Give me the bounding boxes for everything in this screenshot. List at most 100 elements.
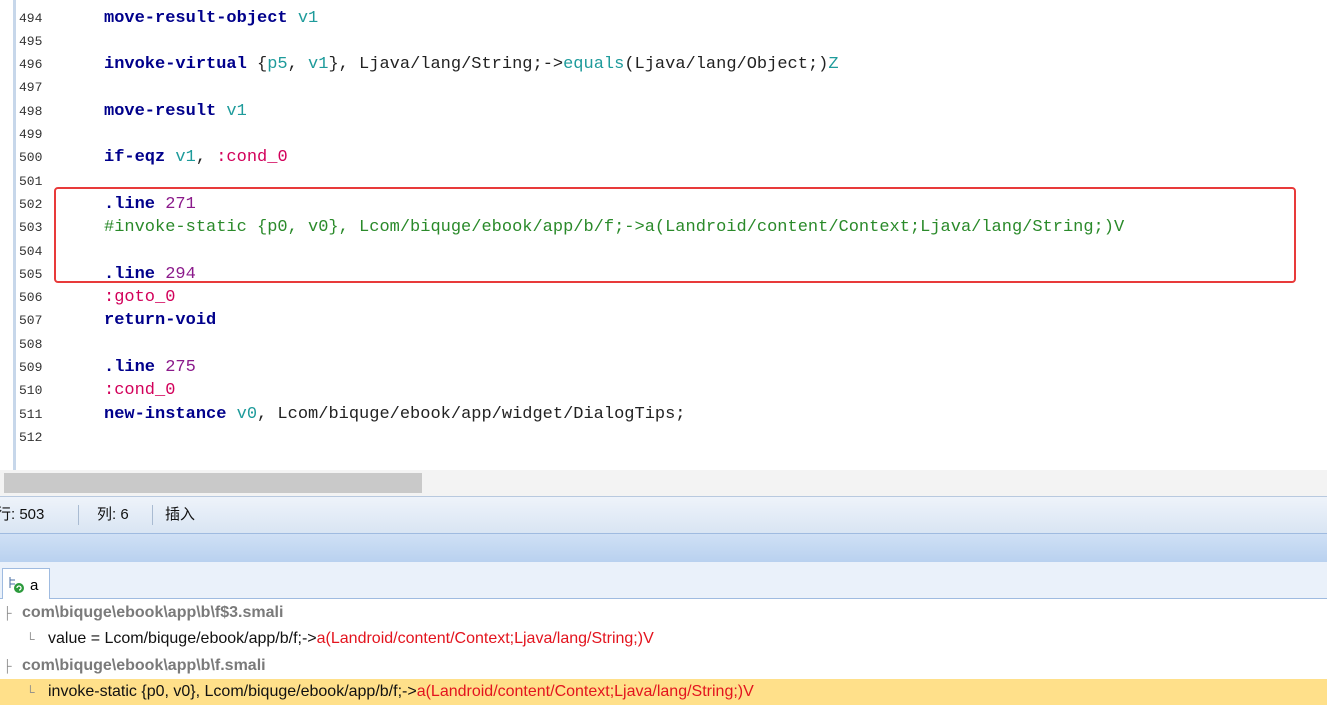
- match-label: invoke-static {p0, v0}, Lcom/biquge/eboo…: [48, 679, 754, 705]
- code-token: p5: [267, 55, 288, 74]
- file-label: com\biquge\ebook\app\b\f$3.smali: [22, 604, 284, 621]
- line-number: 494: [19, 11, 43, 26]
- code-token: }, Ljava/lang/String;->: [328, 55, 564, 74]
- code-token: {: [246, 55, 268, 74]
- code-text: :goto_0: [104, 286, 175, 309]
- code-line[interactable]: 499: [0, 123, 1327, 146]
- code-token: .line: [104, 358, 156, 377]
- line-number: 504: [19, 244, 43, 259]
- line-number: 498: [19, 104, 43, 119]
- line-number: 506: [19, 290, 43, 305]
- code-token: ,: [195, 148, 217, 167]
- code-token: move-result-object: [104, 9, 288, 28]
- tab-label: a: [30, 577, 39, 594]
- status-bar: 行: 503 列: 6 插入: [0, 496, 1327, 533]
- result-match-node[interactable]: └ value = Lcom/biquge/ebook/app/b/f;->a(L…: [0, 626, 1327, 652]
- code-line[interactable]: 510 :cond_0: [0, 379, 1327, 402]
- line-number: 495: [19, 34, 43, 49]
- match-prefix: invoke-static {p0, v0}, Lcom/biquge/eboo…: [48, 683, 417, 700]
- line-number: 505: [19, 267, 43, 282]
- line-number: 512: [19, 430, 43, 445]
- line-number: 508: [19, 337, 43, 352]
- tree-branch-icon: ├: [3, 606, 12, 620]
- code-line[interactable]: 497: [0, 76, 1327, 99]
- code-token: v1: [226, 102, 247, 121]
- horizontal-scrollbar[interactable]: [0, 470, 1327, 496]
- code-text: :cond_0: [104, 379, 175, 402]
- line-number: 497: [19, 80, 43, 95]
- code-line[interactable]: 508: [0, 333, 1327, 356]
- tree-branch-icon: ├: [3, 659, 12, 673]
- code-token: equals: [563, 55, 625, 74]
- code-line[interactable]: 496 invoke-virtual {p5, v1}, Ljava/lang/S…: [0, 53, 1327, 76]
- code-token: v0: [236, 405, 258, 424]
- highlight-annotation-box: [54, 187, 1296, 283]
- status-line: 行: 503: [0, 506, 45, 523]
- line-number: 510: [19, 383, 43, 398]
- tree-branch-icon: └: [26, 685, 35, 699]
- code-line[interactable]: 495: [0, 30, 1327, 53]
- code-text: invoke-virtual {p5, v1}, Ljava/lang/Stri…: [104, 53, 839, 76]
- line-number: 507: [19, 313, 43, 328]
- result-file-node[interactable]: ├ com\biquge\ebook\app\b\f$3.smali: [0, 600, 1327, 626]
- search-results-panel[interactable]: a ├ com\biquge\ebook\app\b\f$3.smali └ valu…: [0, 562, 1327, 711]
- code-text: move-result-object v1: [104, 7, 318, 30]
- match-label: value = Lcom/biquge/ebook/app/b/f;->a(La…: [48, 626, 654, 652]
- code-token: invoke-virtual: [104, 55, 247, 74]
- code-token: (Ljava/lang/Object;): [624, 55, 829, 74]
- code-token: v1: [175, 148, 196, 167]
- code-token: ,: [287, 55, 309, 74]
- line-number: 509: [19, 360, 43, 375]
- results-tab-strip: a: [0, 562, 1327, 599]
- code-token: return-void: [104, 311, 217, 330]
- status-mode: 插入: [165, 506, 196, 523]
- code-token: :goto_0: [104, 288, 176, 307]
- code-text: .line 275: [104, 356, 196, 379]
- result-match-node[interactable]: └ invoke-static {p0, v0}, Lcom/biquge/ebo…: [0, 679, 1327, 705]
- status-column: 列: 6: [97, 506, 129, 523]
- line-number: 499: [19, 127, 43, 142]
- code-token: v1: [297, 9, 319, 28]
- code-text: new-instance v0, Lcom/biquge/ebook/app/w…: [104, 403, 686, 426]
- code-line[interactable]: 506 :goto_0: [0, 286, 1327, 309]
- line-number: 501: [19, 174, 43, 189]
- code-line[interactable]: 500 if-eqz v1, :cond_0: [0, 146, 1327, 169]
- line-number: 496: [19, 57, 43, 72]
- code-line[interactable]: 494 move-result-object v1: [0, 7, 1327, 30]
- panel-header-band: [0, 533, 1327, 563]
- code-token: 275: [165, 358, 196, 377]
- code-line[interactable]: 509 .line 275: [0, 356, 1327, 379]
- match-prefix: value = Lcom/biquge/ebook/app/b/f;->: [48, 630, 317, 647]
- tree-branch-icon: └: [26, 632, 35, 646]
- code-text: move-result v1: [104, 100, 247, 123]
- code-line[interactable]: 507 return-void: [0, 309, 1327, 332]
- result-file-node[interactable]: ├ com\biquge\ebook\app\b\f.smali: [0, 653, 1327, 679]
- code-text: return-void: [104, 309, 216, 332]
- code-token: Z: [828, 55, 839, 74]
- code-token: :cond_0: [104, 381, 176, 400]
- code-editor[interactable]: 494 move-result-object v1 495 496 invoke-vir…: [0, 0, 1327, 470]
- match-highlight: a(Landroid/content/Context;Ljava/lang/St…: [316, 630, 654, 647]
- status-separator: [78, 505, 79, 525]
- code-line[interactable]: 511 new-instance v0, Lcom/biquge/ebook/ap…: [0, 403, 1327, 426]
- code-token: move-result: [104, 102, 217, 121]
- line-number: 503: [19, 220, 43, 235]
- code-token: , Lcom/biquge/ebook/app/widget/DialogTip…: [257, 405, 686, 424]
- code-token: if-eqz: [104, 148, 166, 167]
- code-line[interactable]: 498 move-result v1: [0, 100, 1327, 123]
- file-label: com\biquge\ebook\app\b\f.smali: [22, 657, 266, 674]
- code-token: :cond_0: [216, 148, 288, 167]
- line-number: 502: [19, 197, 43, 212]
- line-number: 511: [19, 407, 43, 422]
- tab-search-results[interactable]: a: [2, 568, 50, 599]
- code-token: v1: [308, 55, 329, 74]
- status-separator: [152, 505, 153, 525]
- scrollbar-thumb[interactable]: [4, 473, 422, 493]
- code-line[interactable]: 512: [0, 426, 1327, 449]
- search-results-icon: [9, 577, 24, 593]
- code-token: new-instance: [104, 405, 227, 424]
